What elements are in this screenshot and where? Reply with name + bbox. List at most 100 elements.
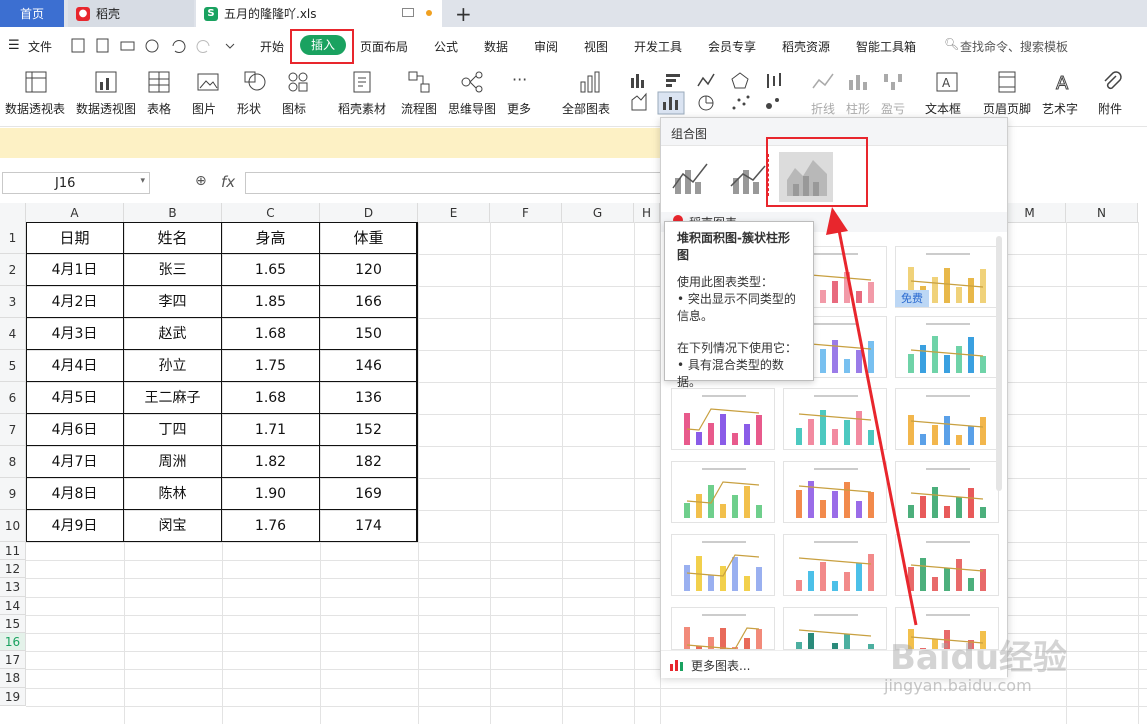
- flowchart-icon[interactable]: [407, 70, 431, 94]
- column-header[interactable]: D: [320, 203, 418, 223]
- menu-item-start[interactable]: 开始: [260, 38, 284, 55]
- pivot-table-icon[interactable]: [24, 70, 48, 94]
- flowchart-button[interactable]: 流程图: [401, 100, 437, 117]
- pivot-table-button[interactable]: 数据透视表: [5, 100, 65, 117]
- column-header[interactable]: G: [562, 203, 634, 223]
- table-cell[interactable]: 4月1日: [26, 254, 124, 286]
- column-header[interactable]: B: [124, 203, 222, 223]
- table-cell[interactable]: 1.68: [222, 318, 320, 350]
- table-cell[interactable]: 闵宝: [124, 510, 222, 542]
- table-cell[interactable]: 1.65: [222, 254, 320, 286]
- sparkline-column-button[interactable]: 柱形: [846, 100, 870, 117]
- table-cell[interactable]: 146: [320, 350, 418, 382]
- attachment-button[interactable]: 附件: [1098, 100, 1122, 117]
- row-header[interactable]: 19: [0, 687, 26, 706]
- chart-template-thumbnail[interactable]: [671, 461, 775, 523]
- menu-item-docer-resources[interactable]: 稻壳资源: [782, 38, 830, 55]
- row-header[interactable]: 14: [0, 596, 26, 615]
- docer-material-button[interactable]: 稻壳素材: [338, 100, 386, 117]
- column-header[interactable]: E: [418, 203, 490, 223]
- table-cell[interactable]: 182: [320, 446, 418, 478]
- row-header[interactable]: 9: [0, 478, 26, 510]
- sparkline-winloss-icon[interactable]: [881, 70, 905, 94]
- table-cell[interactable]: 1.71: [222, 414, 320, 446]
- textbox-icon[interactable]: A: [935, 70, 959, 94]
- formula-input[interactable]: [245, 172, 665, 194]
- row-header[interactable]: 10: [0, 510, 26, 542]
- row-header[interactable]: 2: [0, 254, 26, 286]
- table-cell[interactable]: 1.68: [222, 382, 320, 414]
- select-all-corner[interactable]: [0, 203, 26, 223]
- row-header[interactable]: 1: [0, 222, 26, 254]
- table-cell[interactable]: 169: [320, 478, 418, 510]
- shape-icon[interactable]: [243, 70, 267, 94]
- zoom-icon[interactable]: ⊕: [195, 173, 207, 189]
- wordart-icon[interactable]: A: [1052, 70, 1076, 95]
- table-cell[interactable]: 1.82: [222, 446, 320, 478]
- table-cell[interactable]: 150: [320, 318, 418, 350]
- table-cell[interactable]: 王二麻子: [124, 382, 222, 414]
- header-footer-button[interactable]: 页眉页脚: [983, 100, 1031, 117]
- table-cell[interactable]: 李四: [124, 286, 222, 318]
- table-cell[interactable]: 174: [320, 510, 418, 542]
- picture-button[interactable]: 图片: [192, 100, 216, 117]
- table-cell[interactable]: 136: [320, 382, 418, 414]
- more-charts-link[interactable]: 更多图表...: [691, 657, 750, 674]
- column-header[interactable]: H: [634, 203, 660, 223]
- monitor-icon[interactable]: [402, 8, 414, 17]
- row-header[interactable]: 8: [0, 446, 26, 478]
- table-cell[interactable]: 丁四: [124, 414, 222, 446]
- column-header[interactable]: A: [26, 203, 124, 223]
- row-header[interactable]: 11: [0, 542, 26, 561]
- new-tab-button[interactable]: +: [455, 2, 472, 26]
- table-cell[interactable]: 4月7日: [26, 446, 124, 478]
- pivot-chart-button[interactable]: 数据透视图: [76, 100, 136, 117]
- table-cell[interactable]: 4月9日: [26, 510, 124, 542]
- mindmap-button[interactable]: 思维导图: [448, 100, 496, 117]
- menu-item-review[interactable]: 审阅: [534, 38, 558, 55]
- pivot-chart-icon[interactable]: [94, 70, 118, 94]
- name-box[interactable]: J16 ▾: [2, 172, 150, 194]
- column-header[interactable]: N: [1066, 203, 1138, 223]
- chart-template-thumbnail[interactable]: [671, 607, 775, 650]
- column-header[interactable]: C: [222, 203, 320, 223]
- row-header[interactable]: 17: [0, 651, 26, 670]
- table-cell[interactable]: 1.76: [222, 510, 320, 542]
- more-button[interactable]: 更多: [507, 100, 531, 117]
- table-cell[interactable]: 166: [320, 286, 418, 318]
- all-charts-icon[interactable]: [578, 70, 602, 94]
- combo-chart-option-1[interactable]: [671, 158, 711, 196]
- table-cell[interactable]: 1.75: [222, 350, 320, 382]
- icon-button[interactable]: 图标: [282, 100, 306, 117]
- menu-item-page-layout[interactable]: 页面布局: [360, 38, 408, 55]
- gallery-scrollbar[interactable]: [996, 236, 1002, 491]
- table-cell[interactable]: 4月6日: [26, 414, 124, 446]
- menu-item-data[interactable]: 数据: [484, 38, 508, 55]
- sparkline-line-icon[interactable]: [811, 70, 835, 94]
- icon-library-icon[interactable]: [286, 70, 310, 94]
- tab-home[interactable]: 首页: [0, 0, 64, 27]
- more-icon[interactable]: ···: [512, 70, 527, 89]
- menu-item-developer[interactable]: 开发工具: [634, 38, 682, 55]
- row-header[interactable]: 13: [0, 578, 26, 597]
- tab-file[interactable]: S 五月的隆隆吖.xls: [196, 0, 442, 27]
- menu-item-smart-toolbox[interactable]: 智能工具箱: [856, 38, 916, 55]
- mindmap-icon[interactable]: [460, 70, 484, 94]
- attachment-icon[interactable]: [1100, 70, 1124, 94]
- table-cell[interactable]: 4月2日: [26, 286, 124, 318]
- chart-type-gallery[interactable]: [628, 70, 788, 116]
- table-cell[interactable]: 152: [320, 414, 418, 446]
- table-cell[interactable]: 120: [320, 254, 418, 286]
- sparkline-winloss-button[interactable]: 盈亏: [881, 100, 905, 117]
- chart-template-thumbnail[interactable]: [671, 388, 775, 450]
- search-icon[interactable]: 🔍︎: [944, 37, 959, 51]
- table-cell[interactable]: 赵武: [124, 318, 222, 350]
- textbox-button[interactable]: 文本框: [925, 100, 961, 117]
- table-header-cell[interactable]: 身高: [222, 222, 320, 254]
- menu-item-formula[interactable]: 公式: [434, 38, 458, 55]
- table-header-cell[interactable]: 日期: [26, 222, 124, 254]
- file-menu[interactable]: 文件: [28, 38, 52, 55]
- sparkline-column-icon[interactable]: [846, 70, 870, 94]
- table-cell[interactable]: 张三: [124, 254, 222, 286]
- wordart-button[interactable]: 艺术字: [1042, 100, 1078, 117]
